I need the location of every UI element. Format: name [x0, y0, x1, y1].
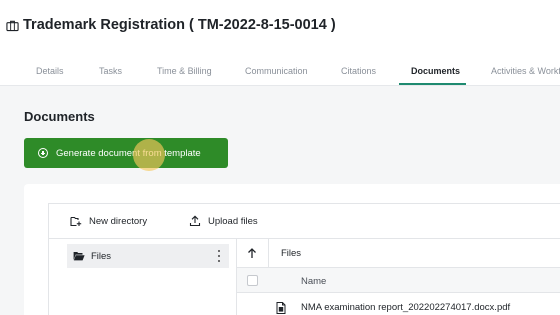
table-header	[237, 268, 560, 293]
tab-citations[interactable]: Citations	[341, 66, 376, 76]
briefcase-icon	[6, 20, 19, 31]
column-header-name[interactable]: Name	[301, 276, 326, 287]
tab-details[interactable]: Details	[36, 66, 64, 76]
tree-item-files[interactable]: Files	[67, 244, 229, 268]
folder-open-icon	[73, 252, 85, 261]
current-path: Files	[281, 248, 302, 259]
file-name[interactable]: NMA examination report_202202274017.docx…	[301, 302, 510, 313]
page-title: Trademark Registration ( TM-2022-8-15-00…	[23, 17, 336, 33]
upload-files-button[interactable]: Upload files	[189, 214, 258, 228]
plus-circle-icon	[38, 148, 48, 158]
arrow-up-icon[interactable]	[246, 247, 258, 259]
tab-documents[interactable]: Documents	[411, 66, 460, 76]
more-options-icon[interactable]	[217, 250, 220, 262]
tab-time-billing[interactable]: Time & Billing	[157, 66, 212, 76]
section-title: Documents	[24, 109, 95, 124]
tree-item-label: Files	[91, 250, 112, 262]
upload-files-label: Upload files	[208, 215, 258, 227]
folder-plus-icon	[70, 216, 82, 227]
tab-tasks[interactable]: Tasks	[99, 66, 122, 76]
new-directory-label: New directory	[89, 215, 148, 227]
header: Trademark Registration ( TM-2022-8-15-00…	[0, 0, 560, 52]
tab-bar: Details Tasks Time & Billing Communicati…	[0, 60, 560, 86]
pdf-file-icon	[276, 302, 286, 314]
generate-document-button[interactable]: Generate document from template	[24, 138, 228, 168]
active-tab-indicator	[399, 83, 466, 85]
select-all-checkbox[interactable]	[247, 275, 258, 286]
tab-activities-workflows[interactable]: Activities & Workfl	[491, 66, 560, 76]
new-directory-button[interactable]: New directory	[70, 214, 147, 228]
tab-communication[interactable]: Communication	[245, 66, 308, 76]
generate-document-label: Generate document from template	[56, 147, 201, 159]
upload-icon	[189, 215, 201, 227]
title-row: Trademark Registration ( TM-2022-8-15-00…	[6, 17, 336, 33]
path-separator	[268, 239, 269, 268]
